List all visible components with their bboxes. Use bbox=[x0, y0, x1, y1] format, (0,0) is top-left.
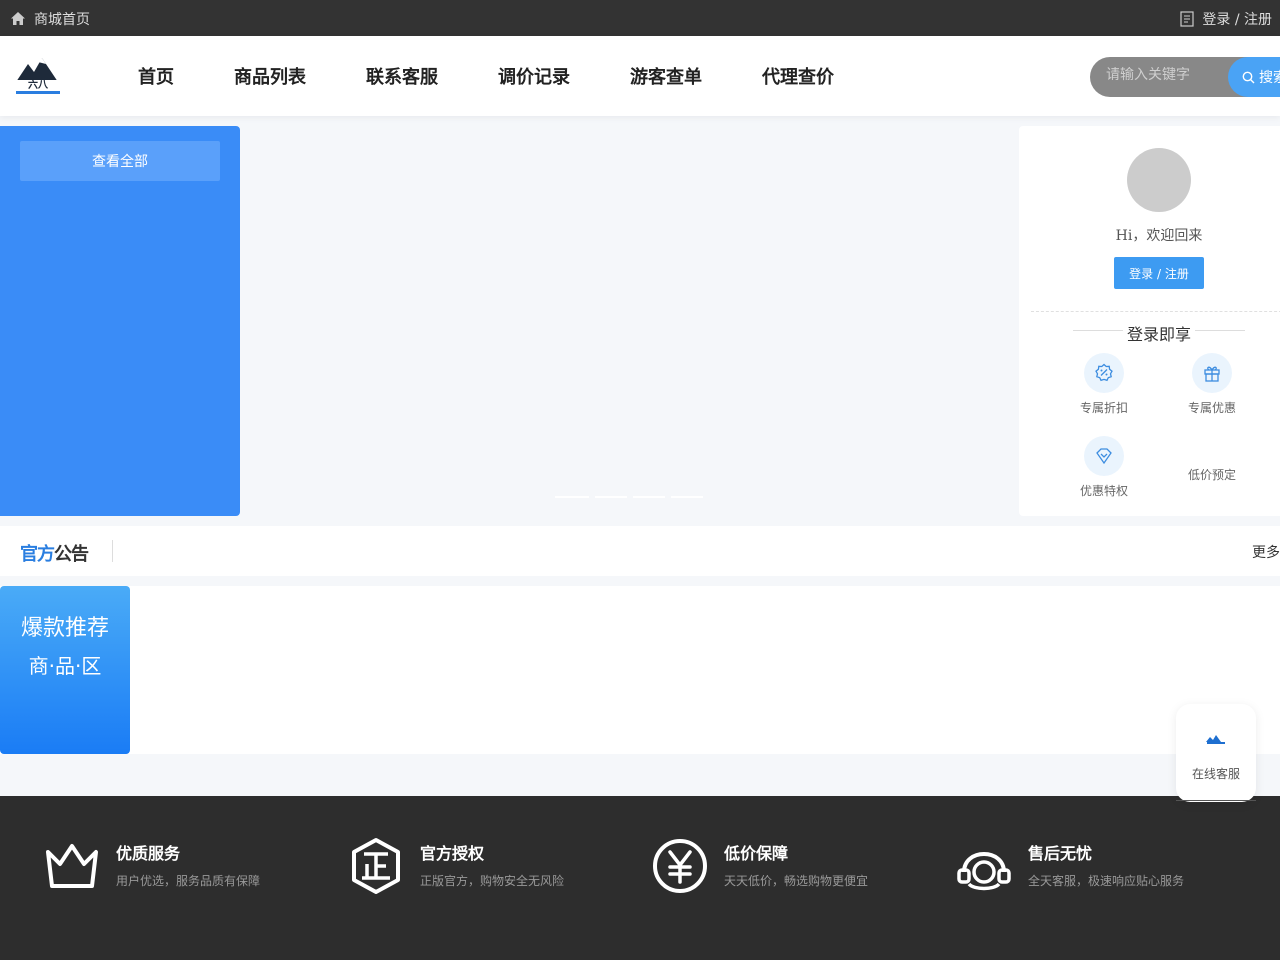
svg-text:六八: 六八 bbox=[28, 78, 49, 91]
hot-products-tag: 爆款推荐 商·品·区 bbox=[0, 586, 130, 754]
document-icon bbox=[1180, 11, 1194, 27]
search-button[interactable]: 搜索 bbox=[1228, 57, 1280, 97]
hot-products-title: 爆款推荐 bbox=[20, 616, 109, 641]
category-panel: 查看全部 bbox=[0, 126, 240, 516]
feature-after-sales: 售后无忧 全天客服，极速响应贴心服务 bbox=[954, 836, 1184, 896]
home-icon bbox=[11, 12, 25, 25]
feature-official-auth: 官方授权 正版官方，购物安全无风险 bbox=[346, 836, 564, 896]
authentic-icon bbox=[352, 838, 400, 894]
diamond-icon bbox=[1084, 436, 1124, 476]
feature-low-price: 低价保障 天天低价，畅选购物更便宜 bbox=[650, 836, 868, 896]
feature-title: 低价保障 bbox=[724, 844, 789, 863]
divider bbox=[1176, 800, 1256, 801]
service-logo-icon bbox=[1206, 735, 1225, 744]
feature-desc: 正版官方，购物安全无风险 bbox=[420, 874, 565, 888]
top-login-link[interactable]: 登录 / 注册 bbox=[1180, 9, 1272, 29]
divider bbox=[1031, 311, 1280, 312]
carousel-dots bbox=[555, 496, 703, 498]
nav-item-products[interactable]: 商品列表 bbox=[234, 63, 306, 89]
online-service-button[interactable]: 在线客服 bbox=[1176, 704, 1256, 802]
search-button-label: 搜索 bbox=[1259, 70, 1280, 86]
hot-products-subtitle: 商·品·区 bbox=[28, 654, 102, 678]
avatar bbox=[1127, 148, 1191, 212]
perk-discount[interactable]: 专属折扣 bbox=[1054, 353, 1154, 416]
search-box: 搜索 bbox=[1090, 57, 1280, 97]
feature-desc: 用户优选，服务品质有保障 bbox=[116, 874, 261, 888]
carousel-dot[interactable] bbox=[671, 496, 703, 498]
nav-item-home[interactable]: 首页 bbox=[138, 63, 174, 89]
home-link-label: 商城首页 bbox=[34, 12, 90, 28]
feature-desc: 全天客服，极速响应贴心服务 bbox=[1028, 874, 1185, 888]
main-nav: 六八 首页 商品列表 联系客服 调价记录 游客查单 代理查价 搜索 bbox=[0, 36, 1280, 116]
nav-menu: 首页 商品列表 联系客服 调价记录 游客查单 代理查价 bbox=[138, 36, 894, 116]
more-link[interactable]: 更多 bbox=[1252, 542, 1280, 562]
yen-icon bbox=[653, 839, 707, 893]
perk-coupon[interactable]: 专属优惠 bbox=[1162, 353, 1262, 416]
hot-products-section: 爆款推荐 商·品·区 bbox=[0, 586, 1280, 754]
perk-low-price-booking[interactable]: 低价预定 bbox=[1162, 466, 1262, 483]
footer: 优质服务 用户优选，服务品质有保障 官方授权 正版官方，购物安全无风险 低价保障… bbox=[0, 796, 1280, 960]
perk-label: 低价预定 bbox=[1187, 468, 1236, 482]
feature-title: 官方授权 bbox=[420, 844, 485, 863]
announcement-title: 官方公告 bbox=[20, 540, 89, 566]
nav-item-price-log[interactable]: 调价记录 bbox=[498, 63, 570, 89]
perks-title: 登录即享 bbox=[1126, 325, 1191, 344]
announcement-title-part2: 公告 bbox=[54, 544, 89, 565]
view-all-button[interactable]: 查看全部 bbox=[20, 141, 220, 181]
banner-carousel[interactable] bbox=[240, 126, 1019, 516]
announcement-title-part1: 官方 bbox=[20, 544, 55, 565]
perk-label: 优惠特权 bbox=[1079, 484, 1128, 498]
nav-item-agent-price[interactable]: 代理查价 bbox=[762, 63, 834, 89]
user-panel: Hi，欢迎回来 登录 / 注册 登录即享 专属折扣 专属优惠 优惠特权 低价预定 bbox=[1019, 126, 1280, 516]
gift-icon bbox=[1192, 353, 1232, 393]
site-logo[interactable]: 六八 bbox=[10, 52, 66, 98]
top-bar: 商城首页 登录 / 注册 bbox=[0, 0, 1280, 36]
search-icon bbox=[1242, 71, 1255, 83]
top-login-label: 登录 / 注册 bbox=[1202, 12, 1272, 28]
perk-label: 专属优惠 bbox=[1187, 401, 1236, 415]
search-input[interactable] bbox=[1106, 67, 1226, 83]
nav-item-support[interactable]: 联系客服 bbox=[366, 63, 438, 89]
nav-item-guest-order[interactable]: 游客查单 bbox=[630, 63, 702, 89]
carousel-dot[interactable] bbox=[633, 496, 665, 498]
announcement-bar: 官方公告 更多 bbox=[0, 526, 1280, 576]
feature-title: 售后无忧 bbox=[1028, 844, 1093, 863]
perk-privilege[interactable]: 优惠特权 bbox=[1054, 436, 1154, 499]
headset-icon bbox=[957, 852, 1011, 891]
home-link[interactable]: 商城首页 bbox=[10, 9, 90, 29]
perk-label: 专属折扣 bbox=[1079, 401, 1128, 415]
login-register-button[interactable]: 登录 / 注册 bbox=[1114, 257, 1204, 289]
divider bbox=[112, 540, 113, 562]
feature-desc: 天天低价，畅选购物更便宜 bbox=[724, 874, 869, 888]
feature-quality-service: 优质服务 用户优选，服务品质有保障 bbox=[42, 836, 260, 896]
welcome-text: Hi，欢迎回来 bbox=[1115, 228, 1203, 244]
carousel-dot[interactable] bbox=[555, 496, 589, 498]
feature-title: 优质服务 bbox=[116, 844, 181, 863]
discount-icon bbox=[1084, 353, 1124, 393]
online-service-label: 在线客服 bbox=[1191, 767, 1240, 781]
carousel-dot[interactable] bbox=[595, 496, 627, 498]
crown-icon bbox=[46, 844, 98, 888]
